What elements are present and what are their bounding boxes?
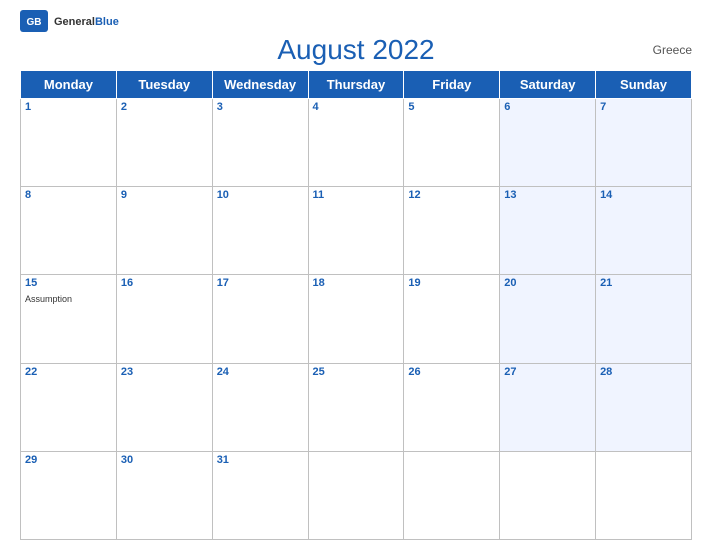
day-cell: 6 [500,99,596,187]
week-row-2: 89 10 11 12 13 14 [21,187,692,275]
day-cell: 4 [308,99,404,187]
dow-header-sunday: Sunday [596,71,692,99]
dow-header-tuesday: Tuesday [116,71,212,99]
day-cell [404,451,500,539]
day-number: 25 [313,366,400,378]
day-number: 22 [25,366,112,378]
dow-header-wednesday: Wednesday [212,71,308,99]
week-row-5: 29 30 31 [21,451,692,539]
day-cell: 28 [596,363,692,451]
day-number: 16 [121,277,208,289]
day-cell: 29 [21,451,117,539]
day-cell: 20 [500,275,596,363]
day-number: 11 [313,189,400,201]
week-row-1: 1234567 [21,99,692,187]
day-cell: 5 [404,99,500,187]
logo-text: GeneralBlue [54,12,119,30]
day-number: 14 [600,189,687,201]
calendar-header-row: MondayTuesdayWednesdayThursdayFridaySatu… [21,71,692,99]
day-cell: 16 [116,275,212,363]
svg-text:GB: GB [27,17,42,28]
day-cell: 10 [212,187,308,275]
day-cell: 1 [21,99,117,187]
day-cell: 31 [212,451,308,539]
day-number: 9 [121,189,208,201]
day-cell [308,451,404,539]
day-number: 3 [217,101,304,113]
day-cell: 30 [116,451,212,539]
day-cell: 19 [404,275,500,363]
day-event: Assumption [25,294,72,304]
day-number: 23 [121,366,208,378]
day-number: 28 [600,366,687,378]
day-cell [596,451,692,539]
day-cell: 21 [596,275,692,363]
day-cell: 15 Assumption [21,275,117,363]
day-number: 20 [504,277,591,289]
day-number: 1 [25,101,112,113]
day-cell: 26 [404,363,500,451]
day-number: 27 [504,366,591,378]
day-number: 6 [504,101,591,113]
day-number: 12 [408,189,495,201]
dow-header-thursday: Thursday [308,71,404,99]
calendar-header: August 2022 Greece [20,34,692,66]
logo: GB GeneralBlue [20,10,119,32]
day-cell: 11 [308,187,404,275]
days-of-week-row: MondayTuesdayWednesdayThursdayFridaySatu… [21,71,692,99]
day-number: 29 [25,454,112,466]
day-cell: 14 [596,187,692,275]
day-number: 5 [408,101,495,113]
calendar-body: 123456789101112131415Assumption161718192… [21,99,692,540]
day-number: 21 [600,277,687,289]
day-cell: 23 [116,363,212,451]
day-cell: 18 [308,275,404,363]
week-row-4: 22 23 24 25 26 27 28 [21,363,692,451]
day-cell: 8 [21,187,117,275]
calendar-title: August 2022 [277,34,434,66]
day-cell: 12 [404,187,500,275]
day-cell: 3 [212,99,308,187]
day-number: 13 [504,189,591,201]
day-number: 30 [121,454,208,466]
day-cell: 13 [500,187,596,275]
dow-header-saturday: Saturday [500,71,596,99]
day-number: 2 [121,101,208,113]
country-label: Greece [653,43,692,57]
day-number: 8 [25,189,112,201]
day-cell: 17 [212,275,308,363]
day-cell: 27 [500,363,596,451]
day-number: 24 [217,366,304,378]
day-number: 18 [313,277,400,289]
day-number: 19 [408,277,495,289]
day-number: 31 [217,454,304,466]
day-cell: 24 [212,363,308,451]
day-number: 17 [217,277,304,289]
day-number: 26 [408,366,495,378]
dow-header-friday: Friday [404,71,500,99]
day-cell [500,451,596,539]
week-row-3: 15 Assumption 16 17 18 19 20 21 [21,275,692,363]
day-number: 4 [313,101,400,113]
day-cell: 22 [21,363,117,451]
day-cell: 9 [116,187,212,275]
day-cell: 7 [596,99,692,187]
generalblue-logo-icon: GB [20,10,48,32]
day-number: 10 [217,189,304,201]
dow-header-monday: Monday [21,71,117,99]
day-number: 7 [600,101,687,113]
calendar-table: MondayTuesdayWednesdayThursdayFridaySatu… [20,70,692,540]
day-cell: 2 [116,99,212,187]
day-cell: 25 [308,363,404,451]
day-number: 15 [25,277,112,289]
